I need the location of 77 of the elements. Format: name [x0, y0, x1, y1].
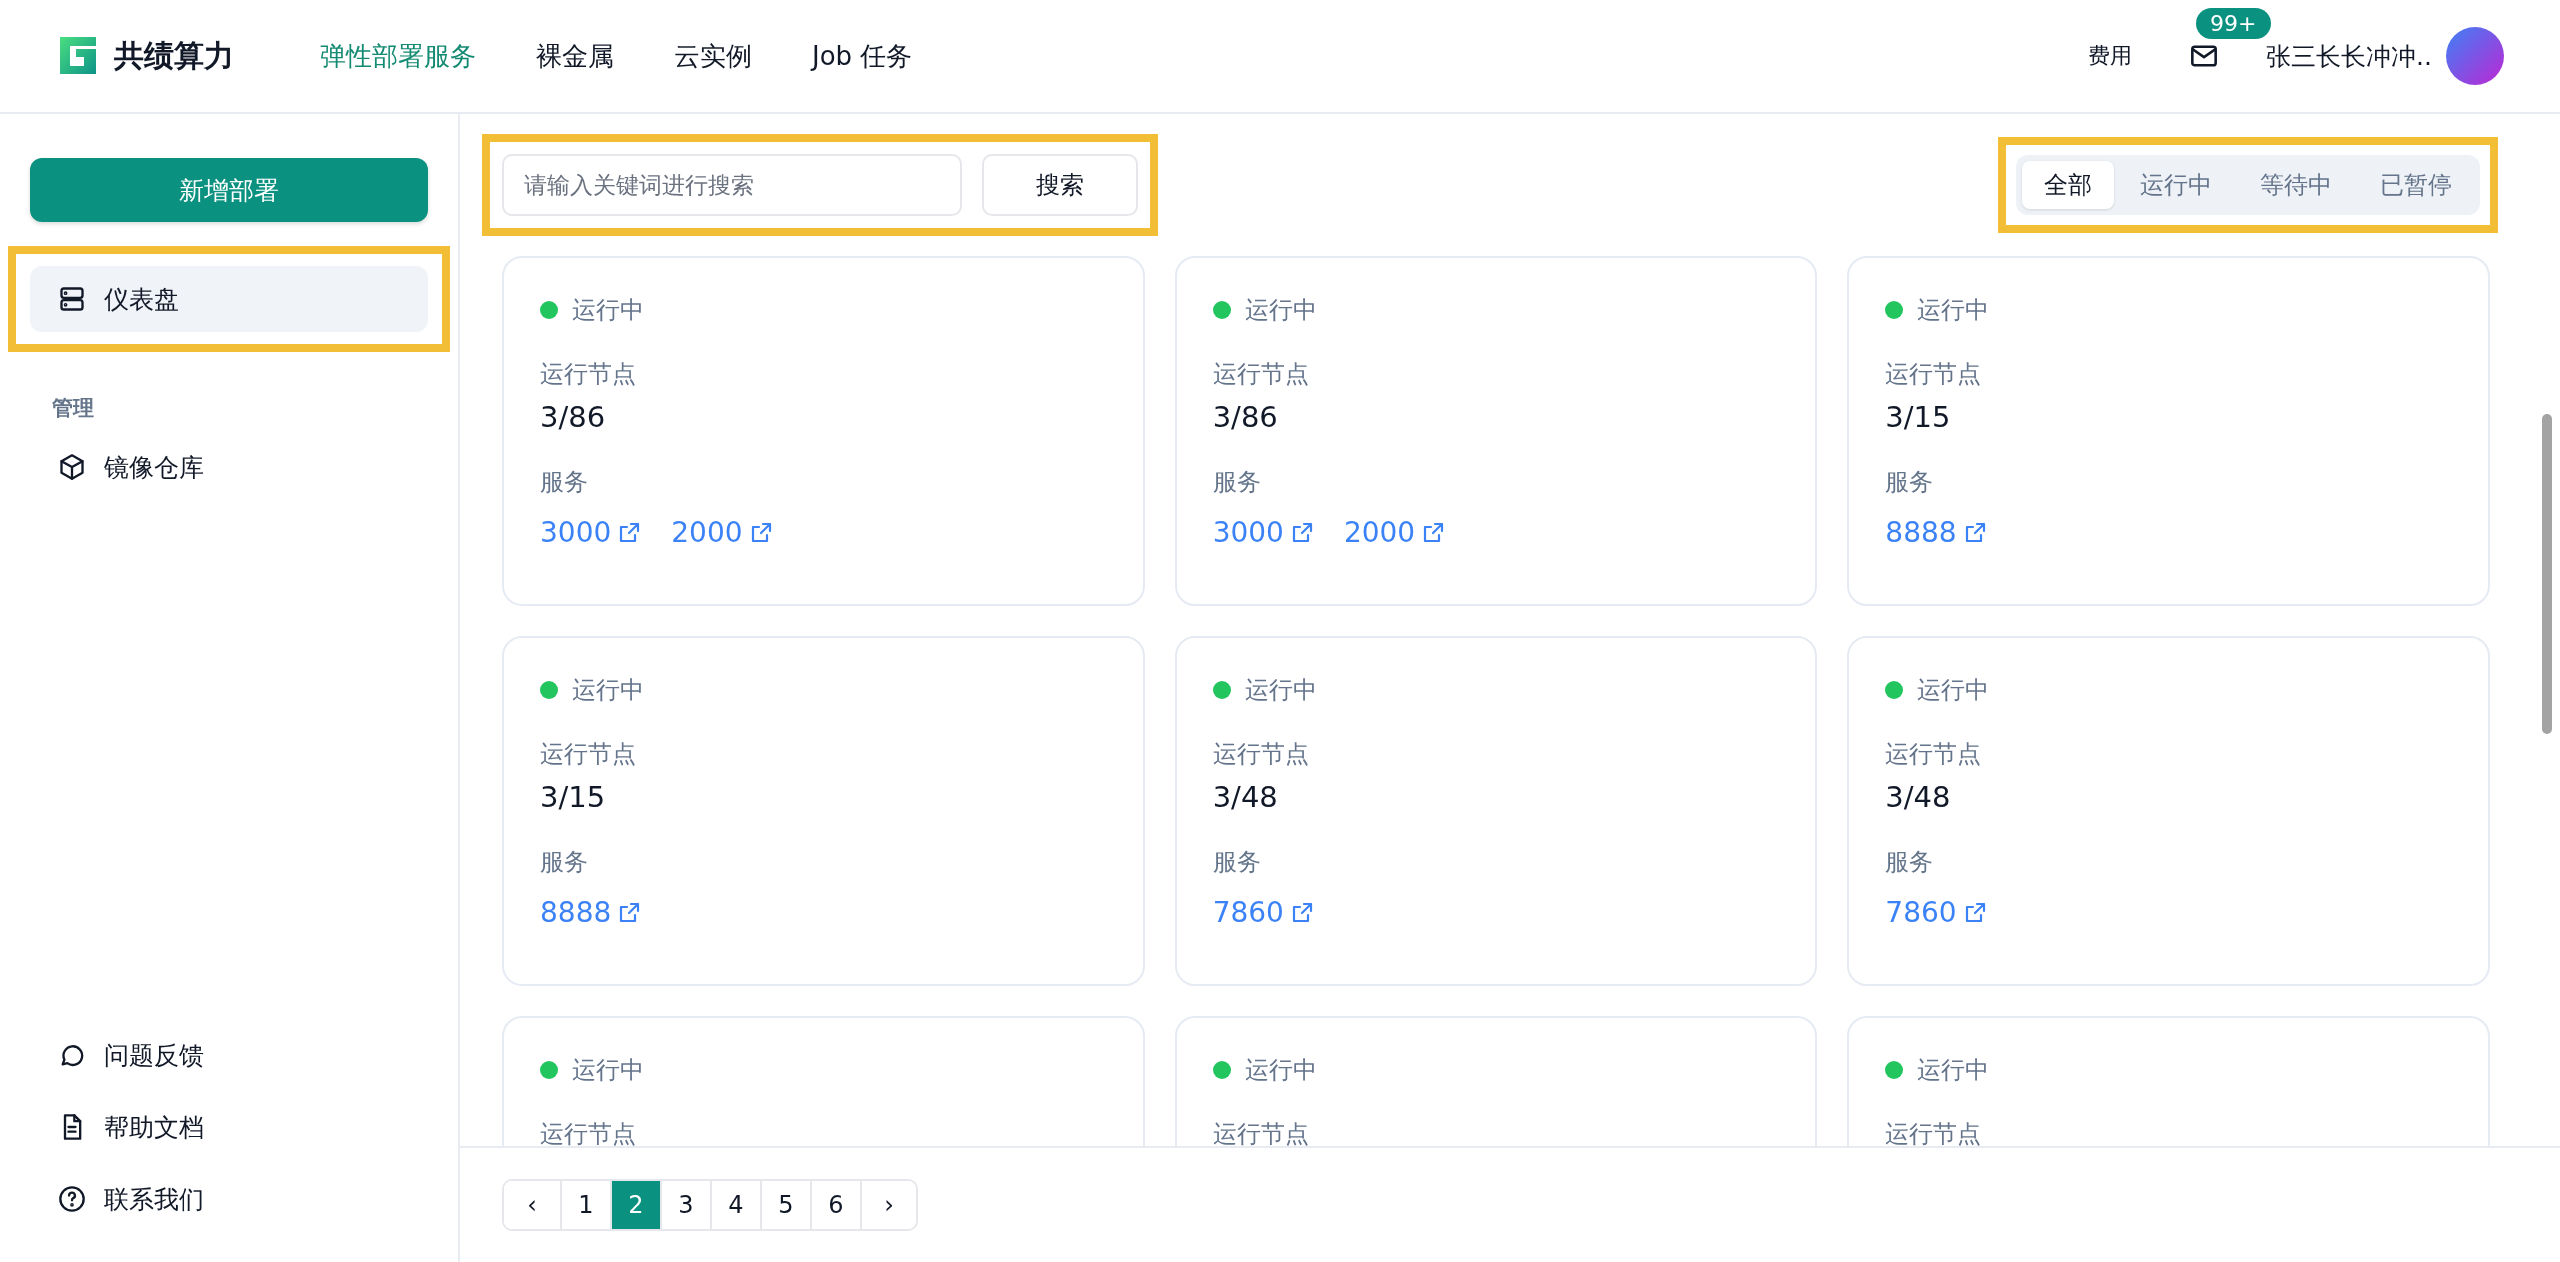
- sidebar-item[interactable]: 联系我们: [30, 1166, 428, 1232]
- deployment-card[interactable]: 运行中 运行节点 3/48 服务 7860: [1847, 636, 2490, 986]
- port-link[interactable]: 3000: [540, 516, 642, 549]
- search-button[interactable]: 搜索: [982, 154, 1138, 216]
- field-label: 服务: [1212, 467, 1261, 498]
- new-deployment-button[interactable]: 新增部署: [30, 158, 428, 222]
- field-label: 运行节点: [1212, 359, 1309, 390]
- sidebar-item[interactable]: 帮助文档: [30, 1094, 428, 1160]
- filter-tab[interactable]: 等待中: [2238, 161, 2354, 209]
- sidebar-item[interactable]: 仪表盘: [30, 266, 428, 332]
- deployment-card[interactable]: 运行中 运行节点: [1174, 1016, 1818, 1146]
- port-link[interactable]: 8888: [540, 896, 642, 929]
- search-field[interactable]: 请输入关键词进行搜索: [502, 154, 962, 216]
- field-value: 3/15: [540, 780, 606, 814]
- page-button[interactable]: 2: [610, 1181, 660, 1229]
- mail-icon[interactable]: [2190, 42, 2219, 70]
- field-label: 服务: [540, 467, 588, 498]
- port-link[interactable]: 2000: [1343, 516, 1446, 549]
- deployment-card[interactable]: 运行中 运行节点 3/48 服务 7860: [1174, 636, 1818, 986]
- field-label: 运行节点: [540, 359, 636, 390]
- brand-name: 共绩算力: [114, 36, 234, 75]
- deployment-card[interactable]: 运行中 运行节点 3/15 服务 8888: [1847, 256, 2490, 606]
- sidebar-item[interactable]: 镜像仓库: [30, 434, 428, 500]
- deployment-card[interactable]: 运行中 运行节点 3/86 服务 3000 2000: [502, 256, 1145, 606]
- status-text: 运行中: [572, 1055, 644, 1086]
- nav-tab[interactable]: 云实例: [674, 38, 752, 74]
- deployment-card[interactable]: 运行中 运行节点: [1847, 1016, 2490, 1146]
- external-link-icon: [617, 520, 642, 545]
- cube-icon: [58, 453, 86, 481]
- external-link-icon: [617, 900, 642, 925]
- port-link[interactable]: 2000: [671, 516, 773, 549]
- filter-tab[interactable]: 全部: [2022, 161, 2114, 209]
- server-icon: [58, 285, 86, 313]
- field-label: 服务: [1212, 847, 1261, 878]
- section-heading: 管理: [52, 395, 94, 422]
- status-text: 运行中: [572, 295, 644, 326]
- filter-tab[interactable]: 已暂停: [2358, 161, 2474, 209]
- notification-badge: 99+: [2196, 8, 2271, 39]
- external-link-icon: [1421, 520, 1446, 545]
- field-value: 3/48: [1212, 780, 1278, 814]
- status-text: 运行中: [1244, 675, 1317, 706]
- help-icon: [58, 1185, 86, 1213]
- port-link[interactable]: 7860: [1885, 896, 1987, 929]
- port-link[interactable]: 7860: [1212, 896, 1314, 929]
- field-label: 运行节点: [1885, 739, 1982, 770]
- user-name[interactable]: 张三长长冲冲..: [2266, 39, 2432, 73]
- nav-tab[interactable]: 裸金属: [536, 38, 614, 74]
- field-label: 运行节点: [540, 739, 636, 770]
- field-label: 运行节点: [1885, 1119, 1982, 1146]
- filter-tab[interactable]: 运行中: [2118, 161, 2234, 209]
- field-value: 3/86: [1212, 400, 1278, 434]
- field-label: 运行节点: [1885, 359, 1982, 390]
- status-text: 运行中: [1917, 675, 1990, 706]
- port-link[interactable]: 8888: [1885, 516, 1987, 549]
- field-label: 运行节点: [540, 1119, 636, 1146]
- status-text: 运行中: [1917, 1055, 1990, 1086]
- status-text: 运行中: [572, 675, 644, 706]
- field-label: 运行节点: [1212, 1119, 1309, 1146]
- field-label: 服务: [1885, 467, 1934, 498]
- port-link[interactable]: 3000: [1212, 516, 1314, 549]
- sidebar-item[interactable]: 问题反馈: [30, 1022, 428, 1088]
- billing-link[interactable]: 费用: [2088, 41, 2133, 71]
- field-value: 3/15: [1885, 400, 1951, 434]
- avatar[interactable]: [2446, 27, 2504, 85]
- status-text: 运行中: [1917, 295, 1990, 326]
- field-value: 3/48: [1885, 780, 1951, 814]
- field-value: 3/86: [540, 400, 606, 434]
- deployment-card[interactable]: 运行中 运行节点 3/15 服务 8888: [502, 636, 1145, 986]
- nav-tab[interactable]: 弹性部署服务: [320, 38, 476, 74]
- next-page-button[interactable]: ›: [860, 1181, 916, 1229]
- status-text: 运行中: [1244, 1055, 1317, 1086]
- nav-tab[interactable]: Job 任务: [812, 38, 913, 74]
- field-label: 服务: [540, 847, 588, 878]
- field-label: 运行节点: [1212, 739, 1309, 770]
- status-text: 运行中: [1244, 295, 1317, 326]
- field-label: 服务: [1885, 847, 1934, 878]
- deployment-card[interactable]: 运行中 运行节点 3/86 服务 3000 2000: [1174, 256, 1818, 606]
